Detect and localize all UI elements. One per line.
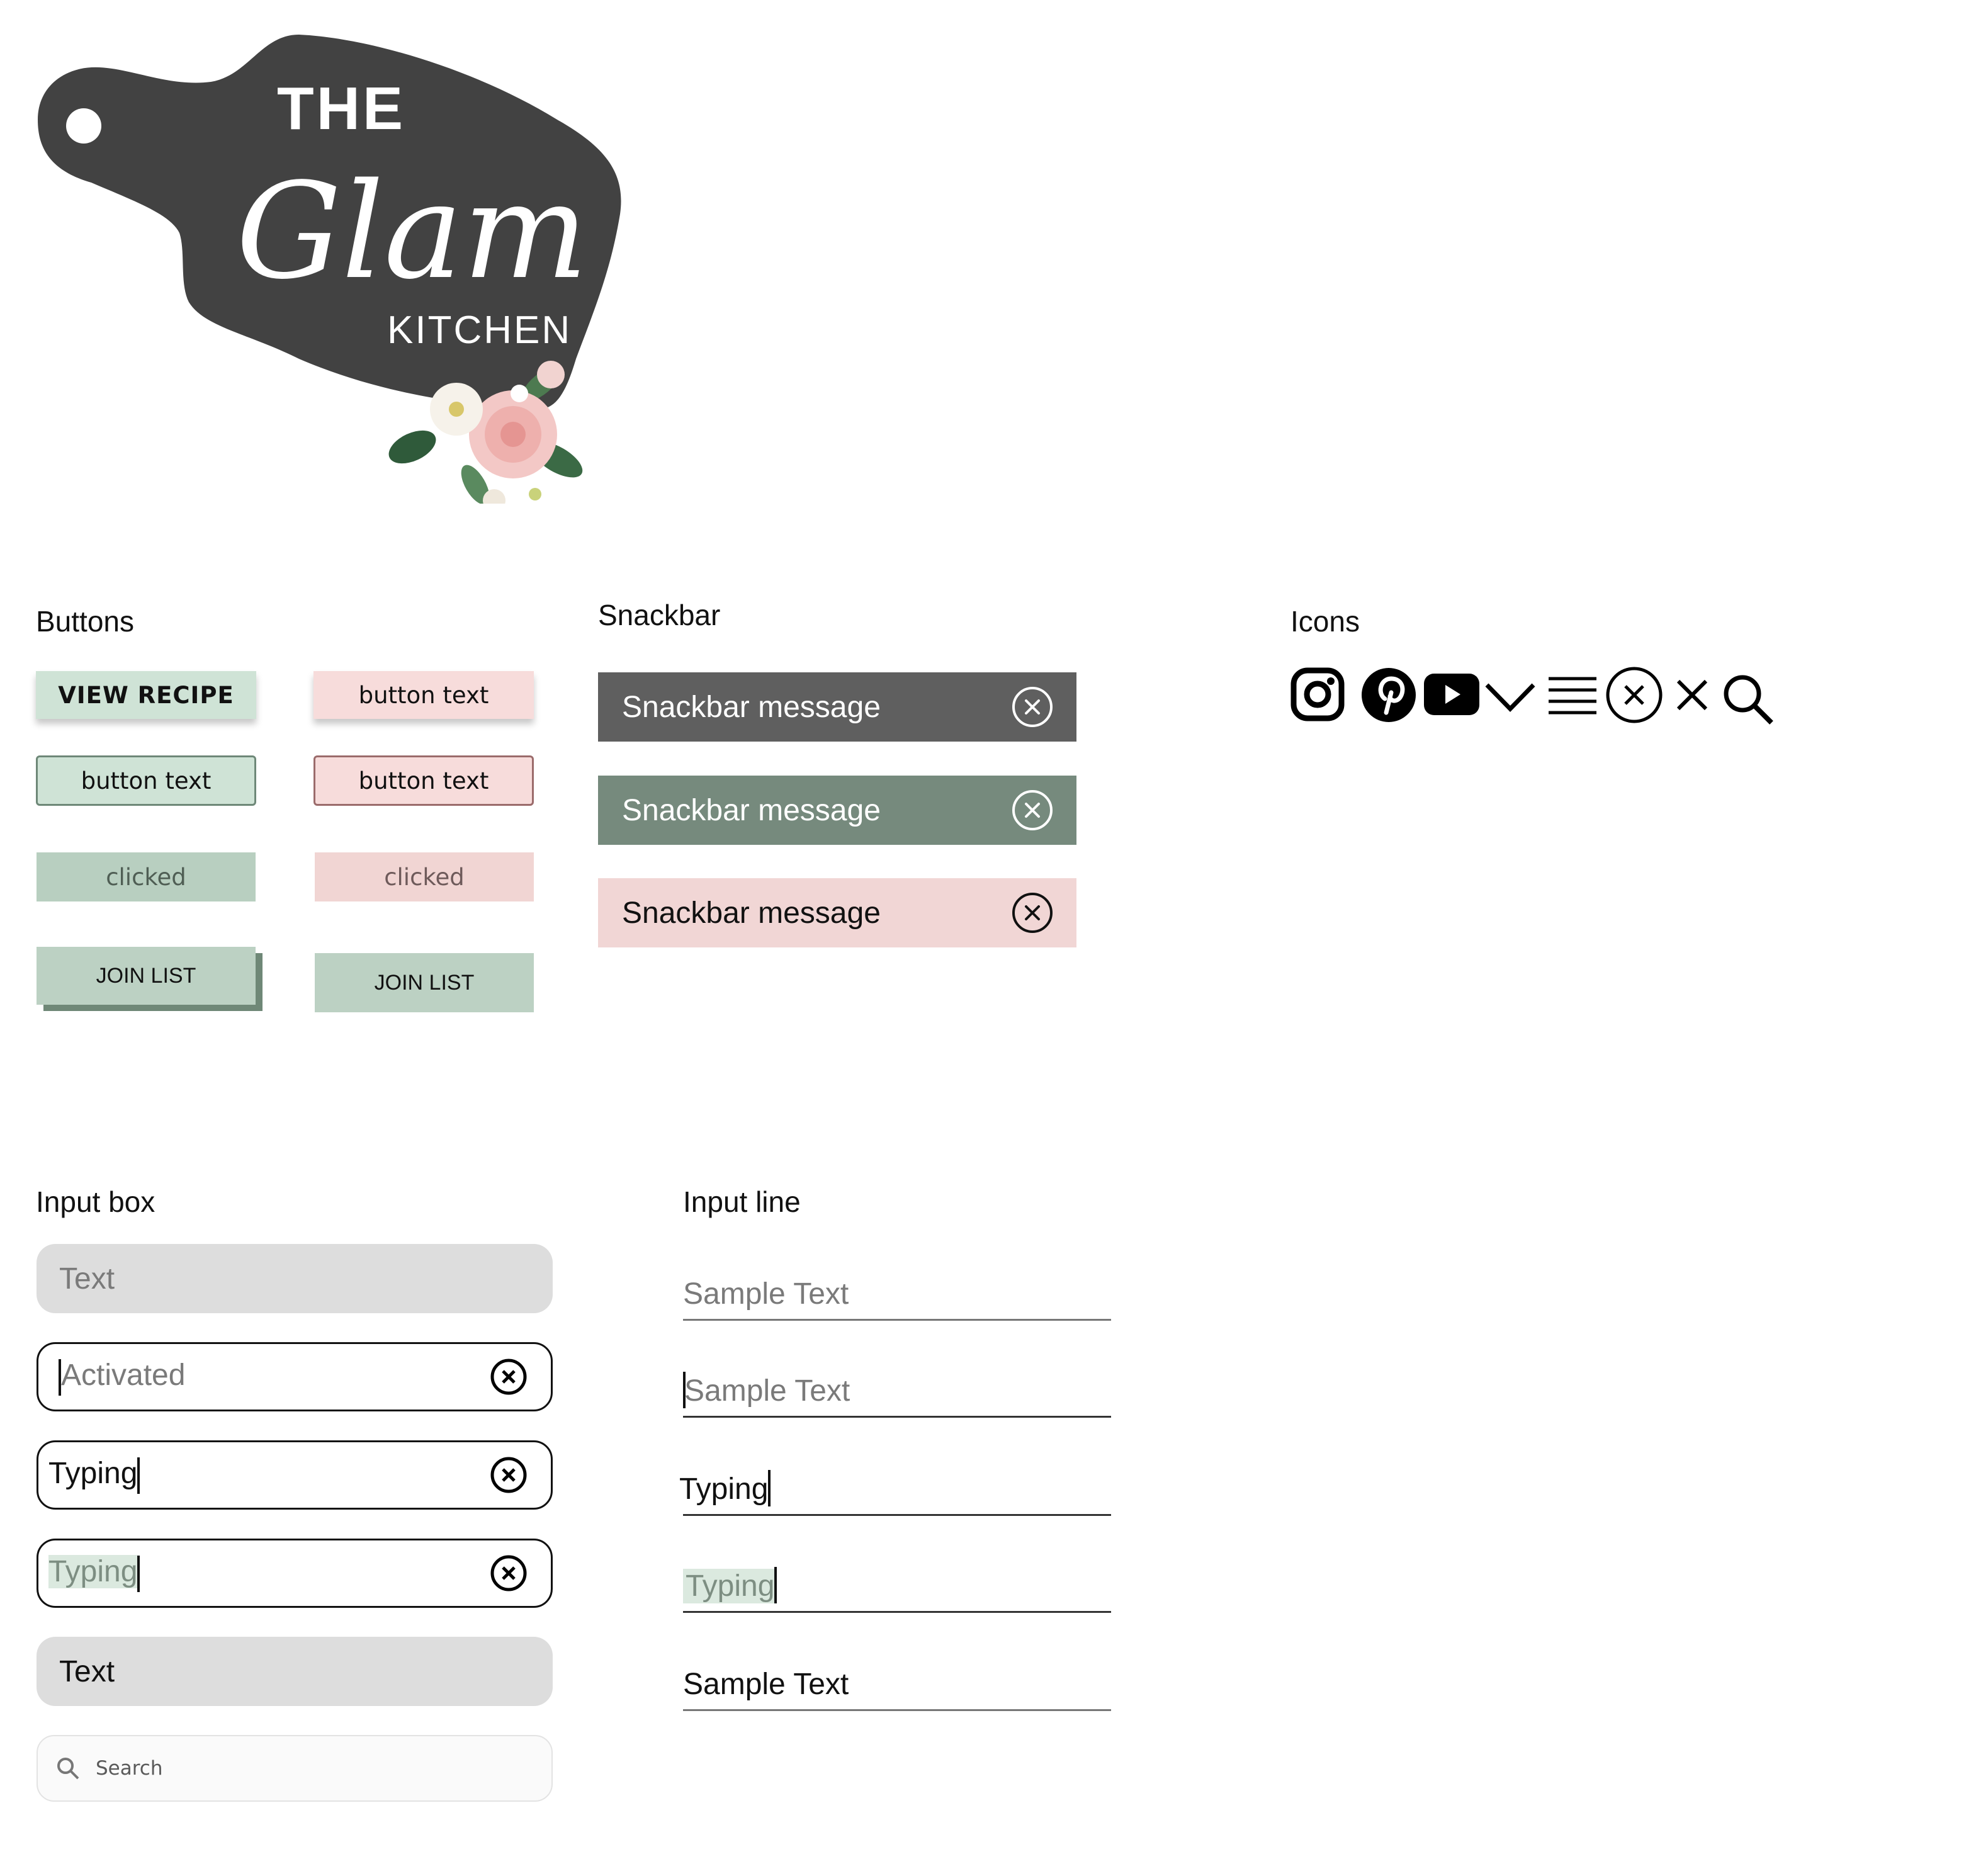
- text-caret: [137, 1555, 140, 1592]
- input-box-typing[interactable]: Typing: [37, 1440, 553, 1510]
- input-line-placeholder: Sample Text: [684, 1374, 850, 1408]
- snackbar-dark: Snackbar message: [598, 672, 1076, 742]
- input-box-filled[interactable]: Text: [37, 1637, 553, 1706]
- clear-circle-icon[interactable]: [489, 1554, 528, 1593]
- youtube-icon[interactable]: [1424, 674, 1479, 715]
- input-line-value: Typing: [679, 1472, 769, 1506]
- view-recipe-button[interactable]: VIEW RECIPE: [36, 671, 256, 719]
- text-caret: [768, 1470, 771, 1506]
- close-circle-icon[interactable]: [1011, 891, 1054, 934]
- close-icon[interactable]: [1676, 679, 1708, 711]
- input-box-value: Text: [59, 1654, 115, 1688]
- join-list-button-offset[interactable]: JOIN LIST: [37, 947, 256, 1005]
- green-outline-button[interactable]: button text: [36, 755, 256, 806]
- input-box-heading: Input box: [36, 1185, 155, 1218]
- instagram-icon[interactable]: [1291, 667, 1345, 721]
- green-clicked-button[interactable]: clicked: [37, 852, 256, 901]
- close-circle-icon[interactable]: [1605, 666, 1663, 724]
- snackbar-heading: Snackbar: [598, 599, 721, 631]
- pink-shadow-button[interactable]: button text: [313, 671, 534, 719]
- glam-kitchen-logo: THE Glam KITCHEN: [38, 35, 621, 504]
- text-caret: [774, 1567, 777, 1603]
- input-line-activated[interactable]: Sample Text: [683, 1361, 1111, 1418]
- input-line-typing-selected[interactable]: Typing: [683, 1556, 1111, 1613]
- snackbar-green: Snackbar message: [598, 776, 1076, 845]
- input-box-default[interactable]: Text: [37, 1244, 553, 1313]
- input-box-typing-selected[interactable]: Typing: [37, 1539, 553, 1608]
- input-line-selected-value: Typing: [683, 1569, 775, 1603]
- icons-heading: Icons: [1291, 605, 1360, 638]
- pink-outline-button[interactable]: button text: [313, 755, 534, 806]
- input-box-placeholder: Text: [59, 1262, 115, 1296]
- pink-clicked-button[interactable]: clicked: [315, 852, 534, 901]
- search-icon: [57, 1758, 79, 1780]
- snackbar-pink: Snackbar message: [598, 878, 1076, 947]
- board-hole: [66, 108, 101, 144]
- input-box-activated[interactable]: Activated: [37, 1342, 553, 1411]
- logo-kitchen-text: KITCHEN: [387, 308, 572, 352]
- search-placeholder: Search: [96, 1757, 163, 1780]
- close-circle-icon[interactable]: [1011, 686, 1054, 728]
- input-box-value: Typing: [48, 1457, 138, 1491]
- text-caret: [137, 1457, 140, 1494]
- snackbar-message: Snackbar message: [622, 896, 881, 930]
- input-line-default[interactable]: Sample Text: [683, 1264, 1111, 1321]
- clear-circle-icon[interactable]: [489, 1357, 528, 1396]
- input-line-typing[interactable]: Typing: [679, 1459, 1111, 1516]
- logo-glam-text: Glam: [236, 154, 588, 308]
- search-icon[interactable]: [1721, 672, 1774, 725]
- logo-the-text: THE: [277, 75, 405, 142]
- menu-icon[interactable]: [1547, 675, 1598, 716]
- input-line-value: Sample Text: [683, 1668, 849, 1701]
- snackbar-message: Snackbar message: [622, 793, 881, 827]
- close-circle-icon[interactable]: [1011, 789, 1054, 832]
- join-list-button[interactable]: JOIN LIST: [315, 953, 534, 1012]
- buttons-heading: Buttons: [36, 605, 134, 638]
- input-line-filled[interactable]: Sample Text: [683, 1654, 1111, 1711]
- snackbar-message: Snackbar message: [622, 690, 881, 724]
- pinterest-icon[interactable]: [1361, 667, 1416, 723]
- input-line-placeholder: Sample Text: [683, 1277, 849, 1311]
- chevron-down-icon[interactable]: [1484, 681, 1536, 713]
- icon-row: [1291, 666, 1782, 729]
- input-box-placeholder: Activated: [61, 1359, 186, 1393]
- input-box-selected-value: Typing: [48, 1555, 138, 1589]
- search-box[interactable]: Search: [37, 1735, 553, 1802]
- input-line-heading: Input line: [683, 1185, 801, 1218]
- clear-circle-icon[interactable]: [489, 1455, 528, 1495]
